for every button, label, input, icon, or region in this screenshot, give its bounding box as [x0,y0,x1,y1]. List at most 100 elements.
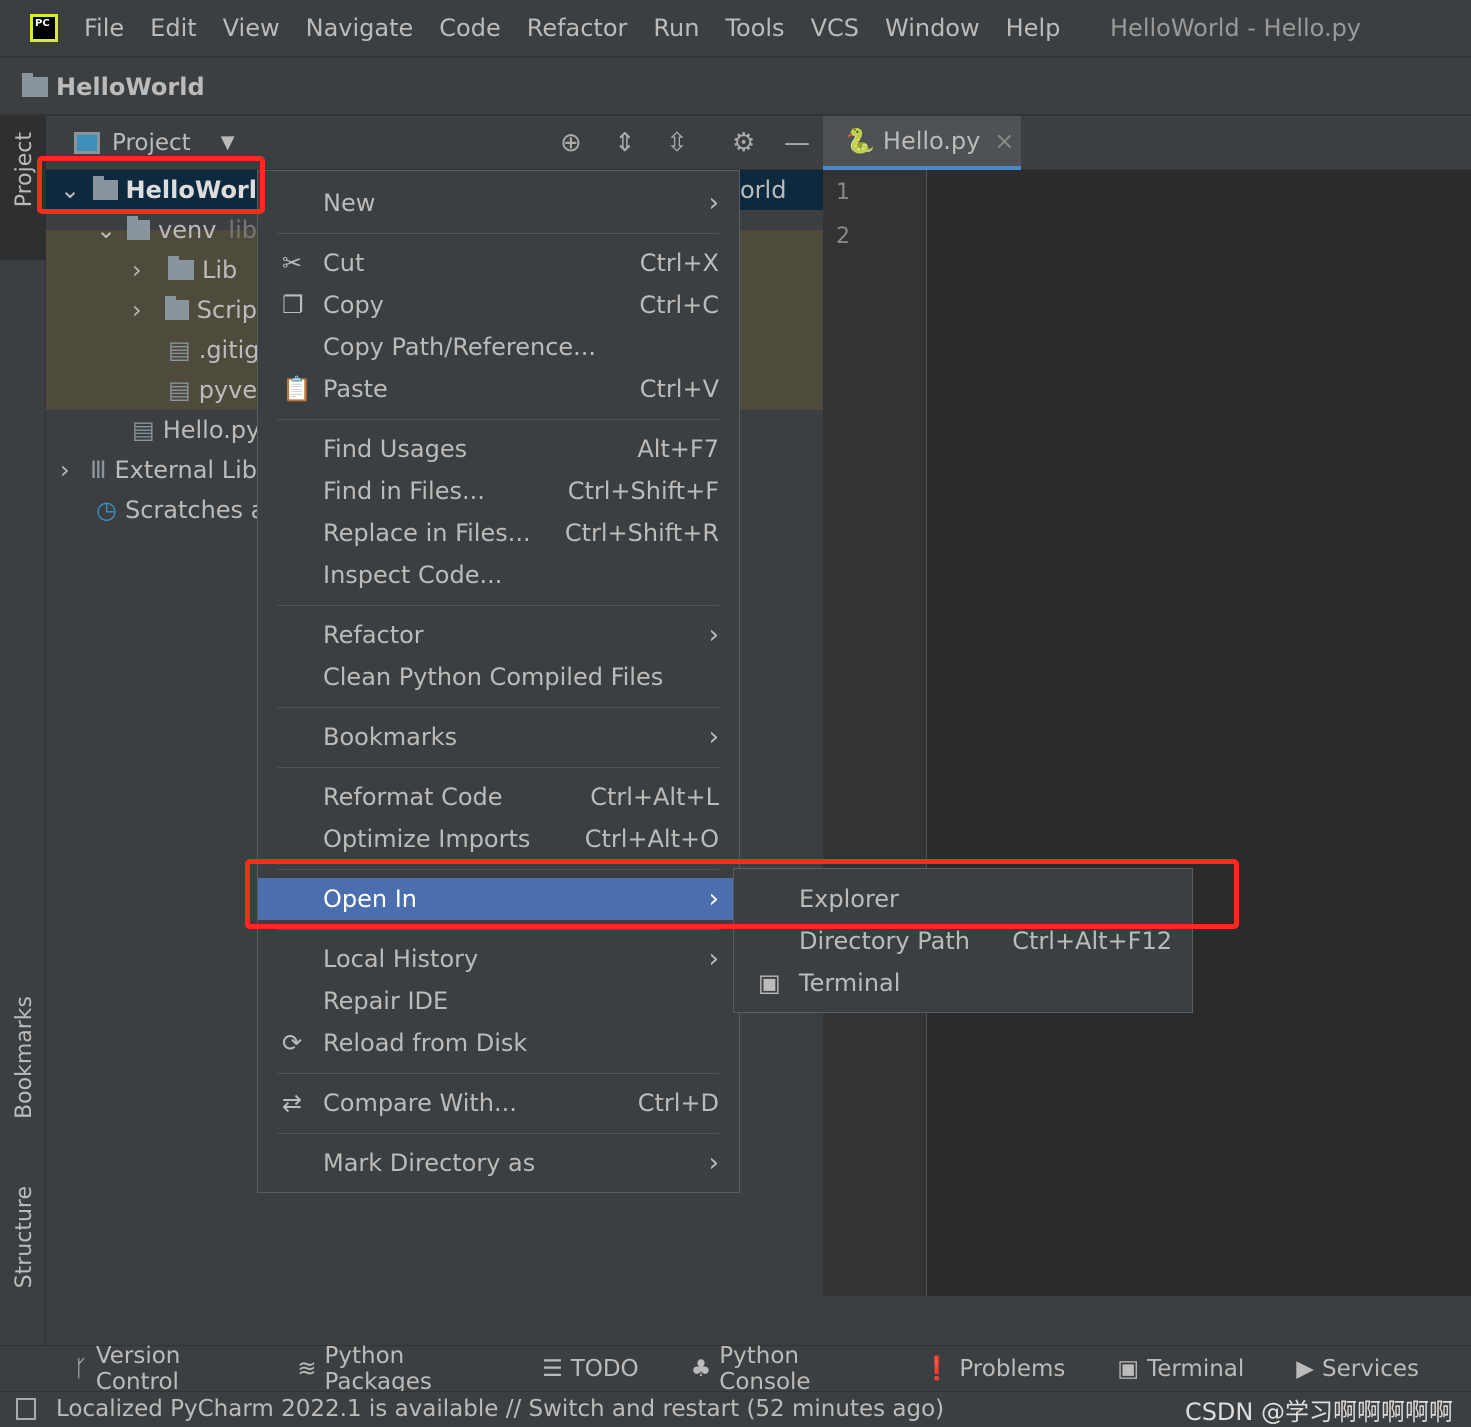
tree-row[interactable]: ▤ .gitig [168,330,257,370]
shortcut: Ctrl+Shift+R [564,519,719,547]
version-control-icon: ᚴ [74,1355,88,1382]
shortcut: Ctrl+Alt+O [584,825,719,853]
tool-python-packages[interactable]: ≋ Python Packages [297,1343,490,1395]
chevron-right-icon: › [708,1148,719,1178]
menu-item-label: Copy Path/Reference... [323,333,597,361]
menu-view[interactable]: View [223,14,280,42]
menu-refactor[interactable]: Refactor [527,14,628,42]
tool-version-control[interactable]: ᚴ Version Control [74,1343,245,1395]
menu-item-label: Optimize Imports [323,825,531,853]
collapse-all-icon[interactable]: ⇳ [666,128,688,158]
minimize-icon[interactable]: — [784,128,810,158]
copy-icon: ❐ [282,291,304,319]
folder-icon [22,73,48,97]
menu-item-label: Mark Directory as [323,1149,536,1177]
menu-item-replace-in-files[interactable]: Replace in Files... Ctrl+Shift+R [258,512,739,554]
locate-icon[interactable]: ⊕ [560,128,582,158]
tree-row[interactable]: ◷ Scratches a [96,490,257,530]
menu-item-copy[interactable]: ❐ Copy Ctrl+C [258,284,739,326]
tree-row[interactable]: › Scrip [132,290,257,330]
project-tool-button[interactable]: Project [12,132,37,207]
tool-services[interactable]: ▶ Services [1296,1356,1419,1382]
tree-label: pyve [198,376,257,404]
tree-row[interactable]: › Lib [132,250,257,290]
menu-item-clean-python-compiled-files[interactable]: Clean Python Compiled Files [258,656,739,698]
expand-icon[interactable]: › [132,296,165,324]
menu-item-find-in-files[interactable]: Find in Files... Ctrl+Shift+F [258,470,739,512]
menu-item-compare-with[interactable]: ⇄ Compare With... Ctrl+D [258,1082,739,1124]
project-view-icon [74,131,100,154]
menu-item-reload-from-disk[interactable]: ⟳ Reload from Disk [258,1022,739,1064]
library-icon: Ⅲ [89,456,107,484]
tool-python-console[interactable]: ♣ Python Console [691,1343,871,1395]
menu-item-inspect-code[interactable]: Inspect Code... [258,554,739,596]
tool-todo[interactable]: ☰ TODO [542,1356,639,1382]
status-message[interactable]: Localized PyCharm 2022.1 is available //… [56,1396,944,1422]
menu-item-new[interactable]: New › [258,182,739,224]
menu-item-reformat-code[interactable]: Reformat Code Ctrl+Alt+L [258,776,739,818]
shortcut: Ctrl+X [639,249,719,277]
tool-label: Python Console [719,1342,811,1395]
status-icon [16,1397,36,1420]
tab-hello-py[interactable]: 🐍 Hello.py × [823,116,1021,170]
tree-row[interactable]: ⌄ venv lib [96,210,257,250]
expand-icon[interactable]: ⌄ [96,216,127,244]
menu-file[interactable]: File [84,14,124,42]
menu-tools[interactable]: Tools [725,14,784,42]
menu-item-label: Find in Files... [323,477,485,505]
breadcrumb[interactable]: HelloWorld [56,73,205,101]
menu-vcs[interactable]: VCS [811,14,859,42]
tree-label: Lib [202,256,238,284]
menu-run[interactable]: Run [653,14,699,42]
menu-item-cut[interactable]: ✂ Cut Ctrl+X [258,242,739,284]
menu-item-mark-directory-as[interactable]: Mark Directory as › [258,1142,739,1184]
tree-label: Scratches a [124,496,257,524]
close-icon[interactable]: × [994,127,1014,155]
menu-item-label: Find Usages [323,435,468,463]
python-packages-icon: ≋ [297,1355,317,1382]
shortcut: Alt+F7 [637,435,719,463]
menu-item-optimize-imports[interactable]: Optimize Imports Ctrl+Alt+O [258,818,739,860]
menu-item-label: Bookmarks [323,723,458,751]
line-number: 2 [836,224,850,249]
menu-item-refactor[interactable]: Refactor › [258,614,739,656]
tool-label: Python Packages [324,1342,432,1395]
tool-problems[interactable]: ❗ Problems [923,1355,1066,1383]
menu-item-repair-ide[interactable]: Repair IDE [258,980,739,1022]
gear-icon[interactable]: ⚙ [732,128,755,158]
menu-separator [258,758,739,776]
menu-edit[interactable]: Edit [150,14,196,42]
menu-item-local-history[interactable]: Local History › [258,938,739,980]
paste-icon: 📋 [282,375,312,403]
python-file-icon: 🐍 [845,127,875,155]
menu-window[interactable]: Window [885,14,980,42]
menu-code[interactable]: Code [439,14,500,42]
status-bar: Localized PyCharm 2022.1 is available //… [0,1391,1471,1426]
menu-item-find-usages[interactable]: Find Usages Alt+F7 [258,428,739,470]
tree-row[interactable]: › Ⅲ External Lib [60,450,257,490]
menu-item-copy-path-reference[interactable]: Copy Path/Reference... [258,326,739,368]
menu-separator [258,224,739,242]
menu-item-bookmarks[interactable]: Bookmarks › [258,716,739,758]
tree-row[interactable]: ▤ Hello.py [132,410,257,450]
left-tool-stripe: Project Bookmarks Structure [0,116,46,1345]
structure-tool-button[interactable]: Structure [12,1186,37,1288]
menu-item-paste[interactable]: 📋 Paste Ctrl+V [258,368,739,410]
expand-icon[interactable]: › [132,256,168,284]
project-view-selector[interactable]: Project [112,130,191,156]
expand-icon[interactable]: › [60,456,90,484]
menu-item-label: Clean Python Compiled Files [323,663,664,691]
tool-terminal[interactable]: ▣ Terminal [1117,1356,1244,1382]
tool-label: Version Control [95,1342,181,1395]
shortcut: Ctrl+D [637,1089,719,1117]
menu-item-terminal[interactable]: ▣ Terminal [734,962,1192,1004]
folder-icon [168,256,194,280]
chevron-down-icon[interactable]: ▼ [221,132,235,153]
menu-navigate[interactable]: Navigate [306,14,414,42]
cut-icon: ✂ [282,249,303,277]
expand-all-icon[interactable]: ⇕ [614,128,636,158]
menu-help[interactable]: Help [1006,14,1061,42]
tree-row[interactable]: ▤ pyve [168,370,257,410]
bookmarks-tool-button[interactable]: Bookmarks [12,996,37,1119]
todo-icon: ☰ [542,1355,563,1382]
